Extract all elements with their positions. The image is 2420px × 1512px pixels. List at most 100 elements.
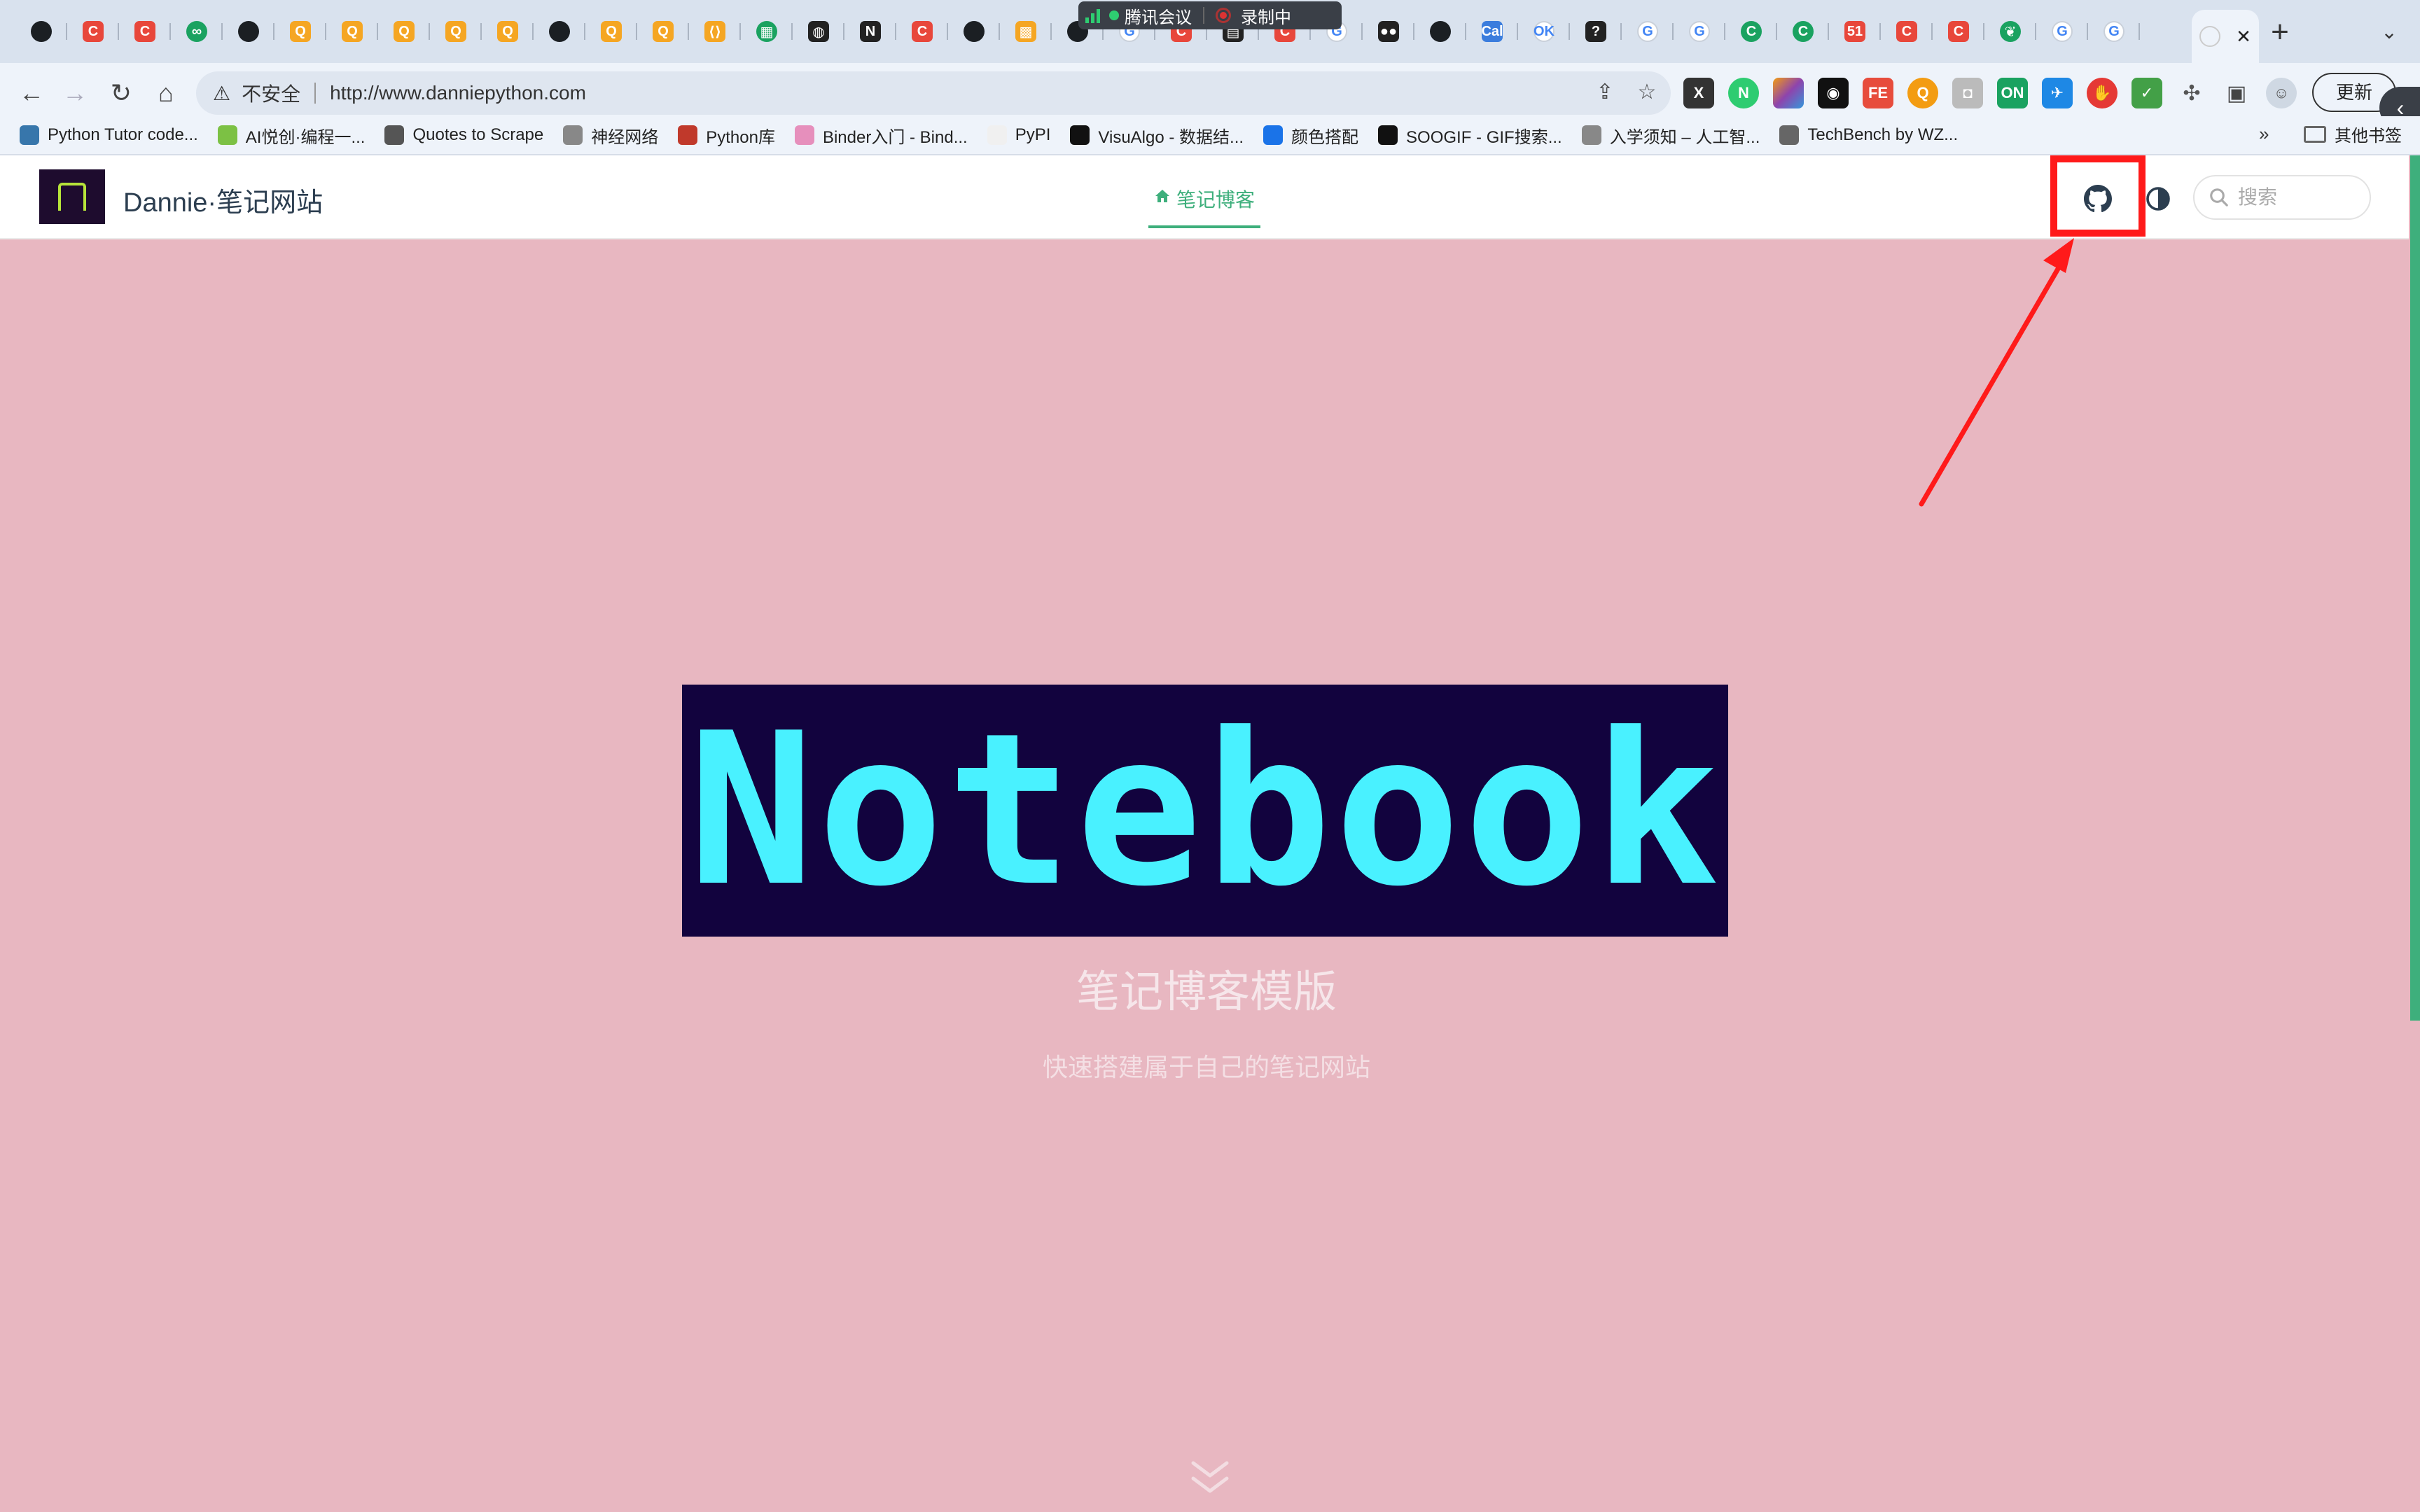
bookmark-item[interactable]: Binder入门 - Bind... bbox=[794, 123, 968, 148]
browser-tab[interactable]: Q bbox=[274, 16, 326, 47]
bookmark-item[interactable]: 入学须知 – 人工智... bbox=[1581, 123, 1760, 148]
browser-tab[interactable]: N bbox=[844, 16, 896, 47]
browser-tab[interactable] bbox=[223, 16, 274, 47]
chart-icon: ▦ bbox=[756, 21, 777, 42]
browser-tab[interactable]: G bbox=[2036, 16, 2088, 47]
browser-tab[interactable]: Q bbox=[482, 16, 534, 47]
browser-tab[interactable]: G bbox=[1674, 16, 1725, 47]
bookmark-item[interactable]: TechBench by WZ... bbox=[1779, 125, 1958, 145]
tab-search-chevron-icon[interactable]: ⌄ bbox=[2375, 18, 2403, 46]
meeting-overlay[interactable]: 腾讯会议 录制中 bbox=[1078, 1, 1342, 29]
bookmark-star-icon[interactable]: ☆ bbox=[1633, 80, 1661, 104]
close-tab-icon[interactable]: ✕ bbox=[2236, 26, 2251, 48]
bookmark-favicon-icon bbox=[217, 125, 237, 145]
color-extension-icon[interactable] bbox=[1773, 78, 1804, 108]
address-bar[interactable]: ⚠ 不安全 http://www.danniepython.com ⇪ ☆ bbox=[196, 71, 1671, 115]
qiniu-extension-icon[interactable]: Q bbox=[1907, 78, 1938, 108]
image-icon: ▩ bbox=[1015, 21, 1036, 42]
browser-tab[interactable]: Q bbox=[326, 16, 378, 47]
bookmark-item[interactable]: VisuAlgo - 数据结... bbox=[1070, 123, 1244, 148]
bookmark-item[interactable]: 神经网络 bbox=[563, 123, 658, 148]
browser-tab[interactable]: ? bbox=[1570, 16, 1622, 47]
glasses-extension-icon[interactable]: ◉ bbox=[1818, 78, 1849, 108]
fe-extension-icon[interactable]: FE bbox=[1863, 78, 1893, 108]
other-bookmarks-folder[interactable]: 其他书签 bbox=[2304, 122, 2402, 146]
active-tab[interactable]: ✕ bbox=[2192, 10, 2259, 63]
browser-tab[interactable]: Q bbox=[430, 16, 482, 47]
reload-icon[interactable]: ↻ bbox=[104, 76, 139, 111]
browser-toolbar: ← → ↻ ⌂ ⚠ 不安全 http://www.danniepython.co… bbox=[0, 63, 2420, 123]
browser-tab[interactable]: OK bbox=[1518, 16, 1570, 47]
browser-tab[interactable]: ◍ bbox=[793, 16, 844, 47]
browser-tab[interactable]: C bbox=[1933, 16, 1984, 47]
github-icon bbox=[549, 21, 570, 42]
bookmark-favicon-icon bbox=[1378, 125, 1398, 145]
browser-tab[interactable]: ●● bbox=[1363, 16, 1414, 47]
share-icon[interactable]: ⇪ bbox=[1591, 80, 1619, 104]
bookmark-item[interactable]: Python Tutor code... bbox=[20, 125, 198, 145]
stop-extension-icon[interactable]: ✋ bbox=[2087, 78, 2118, 108]
site-title[interactable]: Dannie·笔记网站 bbox=[123, 181, 323, 219]
forward-icon[interactable]: → bbox=[57, 76, 92, 111]
bookmark-item[interactable]: PyPI bbox=[987, 125, 1050, 145]
c-icon: C bbox=[83, 21, 104, 42]
51-icon: 51 bbox=[1844, 21, 1865, 42]
browser-tab[interactable]: C bbox=[119, 16, 171, 47]
search-input[interactable] bbox=[2238, 186, 2343, 209]
browser-tab[interactable]: Q bbox=[637, 16, 689, 47]
link-icon: ∞ bbox=[186, 21, 207, 42]
browser-tab[interactable]: ∞ bbox=[171, 16, 223, 47]
bookmark-item[interactable]: Quotes to Scrape bbox=[384, 125, 543, 145]
browser-tab[interactable]: G bbox=[1622, 16, 1674, 47]
browser-tab[interactable]: G bbox=[2088, 16, 2140, 47]
browser-tab[interactable] bbox=[948, 16, 1000, 47]
shield-extension-icon[interactable]: ✓ bbox=[2132, 78, 2162, 108]
browser-tab[interactable] bbox=[534, 16, 585, 47]
browser-tab[interactable] bbox=[1414, 16, 1466, 47]
bookmark-label: SOOGIF - GIF搜索... bbox=[1406, 127, 1562, 147]
bookmark-label: Python Tutor code... bbox=[48, 125, 198, 144]
browser-tab[interactable]: Q bbox=[585, 16, 637, 47]
browser-tab[interactable]: C bbox=[1777, 16, 1829, 47]
back-icon[interactable]: ← bbox=[14, 76, 49, 111]
browser-tab[interactable]: C bbox=[896, 16, 948, 47]
browser-tab[interactable]: 51 bbox=[1829, 16, 1881, 47]
search-box[interactable] bbox=[2193, 175, 2371, 220]
theme-toggle-button[interactable] bbox=[2141, 182, 2175, 216]
browser-tab[interactable]: C bbox=[67, 16, 119, 47]
bookmark-item[interactable]: 颜色搭配 bbox=[1263, 123, 1358, 148]
scroll-down-chevron-icon[interactable] bbox=[1188, 1457, 1232, 1499]
browser-tab[interactable]: ⟨⟩ bbox=[689, 16, 741, 47]
browser-tab[interactable]: Q bbox=[378, 16, 430, 47]
profile-avatar[interactable]: ☺ bbox=[2266, 78, 2297, 108]
bookmarks-overflow-button[interactable]: » bbox=[2259, 123, 2269, 145]
bookmark-item[interactable]: AI悦创·编程一... bbox=[217, 123, 365, 148]
browser-tab[interactable]: ❦ bbox=[1984, 16, 2036, 47]
qiniu-icon: Q bbox=[342, 21, 363, 42]
on-extension-icon[interactable]: ON bbox=[1997, 78, 2028, 108]
x-extension-icon[interactable]: X bbox=[1683, 78, 1714, 108]
new-tab-button[interactable]: + bbox=[2266, 17, 2294, 48]
bird-extension-icon[interactable]: ✈ bbox=[2042, 78, 2073, 108]
url-text[interactable]: http://www.danniepython.com bbox=[330, 82, 586, 104]
nav-link-blog[interactable]: 笔记博客 bbox=[1148, 185, 1261, 228]
browser-tab[interactable]: ▦ bbox=[741, 16, 793, 47]
home-icon[interactable]: ⌂ bbox=[148, 76, 183, 111]
browser-tab[interactable]: Cal bbox=[1466, 16, 1518, 47]
browser-tab[interactable]: C bbox=[1725, 16, 1777, 47]
divider bbox=[314, 83, 317, 104]
bookmark-label: TechBench by WZ... bbox=[1807, 125, 1959, 144]
bookmark-item[interactable]: SOOGIF - GIF搜索... bbox=[1378, 123, 1562, 148]
leaf-icon: ❦ bbox=[2000, 21, 2021, 42]
browser-tab[interactable]: C bbox=[1881, 16, 1933, 47]
side-panel-icon[interactable]: ▣ bbox=[2221, 78, 2252, 108]
site-logo[interactable] bbox=[39, 169, 105, 224]
browser-tab[interactable]: ▩ bbox=[1000, 16, 1052, 47]
camera-extension-icon[interactable]: ◘ bbox=[1952, 78, 1983, 108]
puzzle-extensions-icon[interactable]: ✣ bbox=[2176, 78, 2207, 108]
security-label[interactable]: 不安全 bbox=[242, 79, 300, 107]
n-extension-icon[interactable]: N bbox=[1728, 78, 1759, 108]
bookmark-item[interactable]: Python库 bbox=[678, 123, 775, 148]
browser-tab[interactable] bbox=[15, 16, 67, 47]
page-scrollbar[interactable] bbox=[2410, 155, 2420, 1021]
